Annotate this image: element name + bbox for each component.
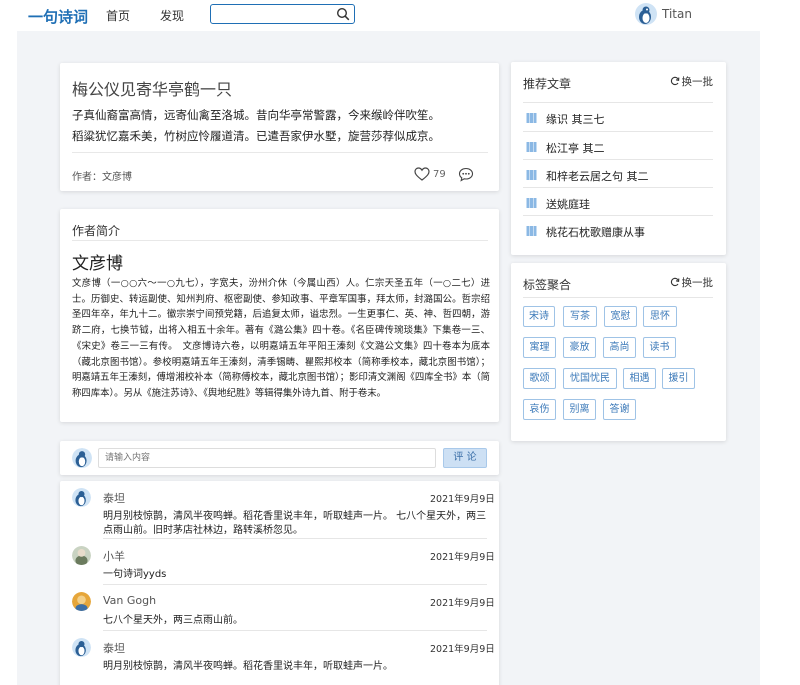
comment-date: 2021年9月9日 [430, 598, 495, 609]
divider [103, 630, 487, 631]
author-name: 文彦博 [72, 254, 123, 274]
tag-item[interactable]: 豪放 [563, 337, 596, 358]
comment-list: 泰坦 2021年9月9日 明月别枝惊鹊，清风半夜鸣蝉。稻花香里说丰年，听取蛙声一… [60, 481, 499, 685]
recommend-label: 和梓老云居之句 其二 [546, 170, 649, 183]
recommend-label: 送姚庭珪 [546, 198, 590, 211]
book-icon [526, 226, 537, 236]
search-input[interactable] [215, 6, 333, 22]
top-nav: 一句诗词 首页 发现 Titan [0, 0, 800, 31]
refresh-label: 换一批 [681, 277, 714, 289]
book-icon [526, 170, 537, 180]
heart-icon[interactable] [414, 167, 430, 181]
poem-author[interactable]: 作者：文彦博 [72, 168, 132, 183]
comment-text: 一句诗词yyds [103, 569, 167, 580]
tag-item[interactable]: 高尚 [603, 337, 636, 358]
tag-item[interactable]: 援引 [662, 368, 695, 389]
avatar[interactable] [72, 638, 91, 657]
nav-discover[interactable]: 发现 [160, 7, 184, 24]
book-icon [526, 113, 537, 123]
divider [103, 538, 487, 539]
tag-item[interactable]: 歌颂 [523, 368, 556, 389]
tag-item[interactable]: 忧国忧民 [563, 368, 617, 389]
recommend-item[interactable]: 和梓老云居之句 其二 [523, 161, 713, 188]
search-box [210, 4, 355, 24]
recommend-refresh-button[interactable]: 换一批 [670, 74, 714, 89]
comment-text: 七八个星天外，两三点雨山前。 [103, 615, 243, 626]
divider [523, 297, 713, 298]
divider [523, 187, 713, 188]
comment-input-card: 评 论 [60, 441, 499, 475]
search-icon[interactable] [336, 7, 350, 21]
recommend-card: 推荐文章 换一批 缘识 其三七 松江亭 其二 和梓老云居之句 其二 送姚庭珪 桃… [511, 62, 726, 255]
comment-date: 2021年9月9日 [430, 552, 495, 563]
refresh-label: 换一批 [681, 76, 714, 88]
tag-item[interactable]: 别离 [563, 399, 596, 420]
author-intro-heading: 作者简介 [72, 224, 121, 238]
divider [103, 584, 487, 585]
tag-item[interactable]: 宽慰 [604, 306, 637, 327]
tag-item[interactable]: 宋诗 [523, 306, 555, 327]
tags-heading: 标签聚合 [523, 278, 572, 292]
recommend-item[interactable]: 桃花石枕歌赠康从事 [523, 217, 713, 244]
recommend-label: 缘识 其三七 [546, 113, 605, 126]
comment-input[interactable] [98, 448, 436, 468]
comment-user[interactable]: 小羊 [103, 548, 125, 564]
content-area: 梅公仪见寄华亭鹤一只 子真仙裔富高情，远寄仙禽至洛城。昔向华亭常警露，今来缑岭伴… [17, 31, 760, 685]
comment-date: 2021年9月9日 [430, 494, 495, 505]
refresh-icon [670, 76, 679, 86]
nav-home[interactable]: 首页 [106, 7, 130, 24]
recommend-label: 桃花石枕歌赠康从事 [546, 226, 645, 239]
refresh-icon [670, 277, 679, 287]
poem-line: 稻粱犹忆嘉禾美，竹树应怜履道清。已遣吾家伊水墅，旋营莎荐似成京。 [72, 129, 440, 143]
avatar[interactable] [72, 592, 91, 611]
divider [523, 102, 713, 103]
poem-title: 梅公仪见寄华亭鹤一只 [72, 80, 233, 99]
like-count: 79 [433, 169, 446, 180]
poem-card: 梅公仪见寄华亭鹤一只 子真仙裔富高情，远寄仙禽至洛城。昔向华亭常警露，今来缑岭伴… [60, 63, 499, 191]
tags-refresh-button[interactable]: 换一批 [670, 275, 714, 290]
comment-user[interactable]: Van Gogh [103, 594, 156, 607]
divider [523, 159, 713, 160]
divider [72, 240, 488, 241]
tag-card: 标签聚合 换一批 宋诗 写茶 宽慰 思怀 寓理 豪放 高尚 读书 歌颂 忧国忧民… [511, 263, 726, 441]
comment-date: 2021年9月9日 [430, 644, 495, 655]
user-name: Titan [662, 7, 692, 21]
divider [72, 152, 488, 153]
tag-item[interactable]: 哀伤 [523, 399, 556, 420]
tag-item[interactable]: 答谢 [603, 399, 636, 420]
recommend-item[interactable]: 送姚庭珪 [523, 189, 713, 216]
comment-icon[interactable] [458, 167, 474, 182]
comment-user[interactable]: 泰坦 [103, 640, 125, 656]
author-bio: 文彦博（一○○六～一○九七），字宽夫，汾州介休（今属山西）人。仁宗天圣五年（一○… [72, 278, 490, 399]
site-logo[interactable]: 一句诗词 [28, 6, 88, 27]
poem-line: 子真仙裔富高情，远寄仙禽至洛城。昔向华亭常警露，今来缑岭伴吹笙。 [72, 108, 440, 122]
author-card: 作者简介 文彦博 文彦博（一○○六～一○九七），字宽夫，汾州介休（今属山西）人。… [60, 209, 499, 422]
user-avatar[interactable] [635, 3, 657, 25]
recommend-item[interactable]: 缘识 其三七 [523, 104, 713, 131]
recommend-label: 松江亭 其二 [546, 142, 605, 155]
avatar[interactable] [72, 546, 91, 565]
recommend-item[interactable]: 松江亭 其二 [523, 133, 713, 160]
divider [523, 215, 713, 216]
tag-item[interactable]: 思怀 [643, 306, 677, 327]
avatar [72, 448, 92, 468]
divider [523, 131, 713, 132]
submit-comment-button[interactable]: 评 论 [443, 448, 487, 468]
book-icon [526, 198, 537, 208]
recommend-heading: 推荐文章 [523, 77, 572, 91]
comment-text: 明月别枝惊鹊，清风半夜鸣蝉。稻花香里说丰年，听取蛙声一片。 七八个星天外，两三点… [103, 511, 487, 536]
avatar[interactable] [72, 488, 91, 507]
comment-text: 明月别枝惊鹊，清风半夜鸣蝉。稻花香里说丰年，听取蛙声一片。 [103, 661, 393, 672]
tag-item[interactable]: 写茶 [563, 306, 597, 327]
tag-item[interactable]: 相遇 [623, 368, 656, 389]
book-icon [526, 142, 537, 152]
comment-user[interactable]: 泰坦 [103, 490, 125, 506]
tag-item[interactable]: 读书 [643, 337, 676, 358]
tag-item[interactable]: 寓理 [523, 337, 556, 358]
